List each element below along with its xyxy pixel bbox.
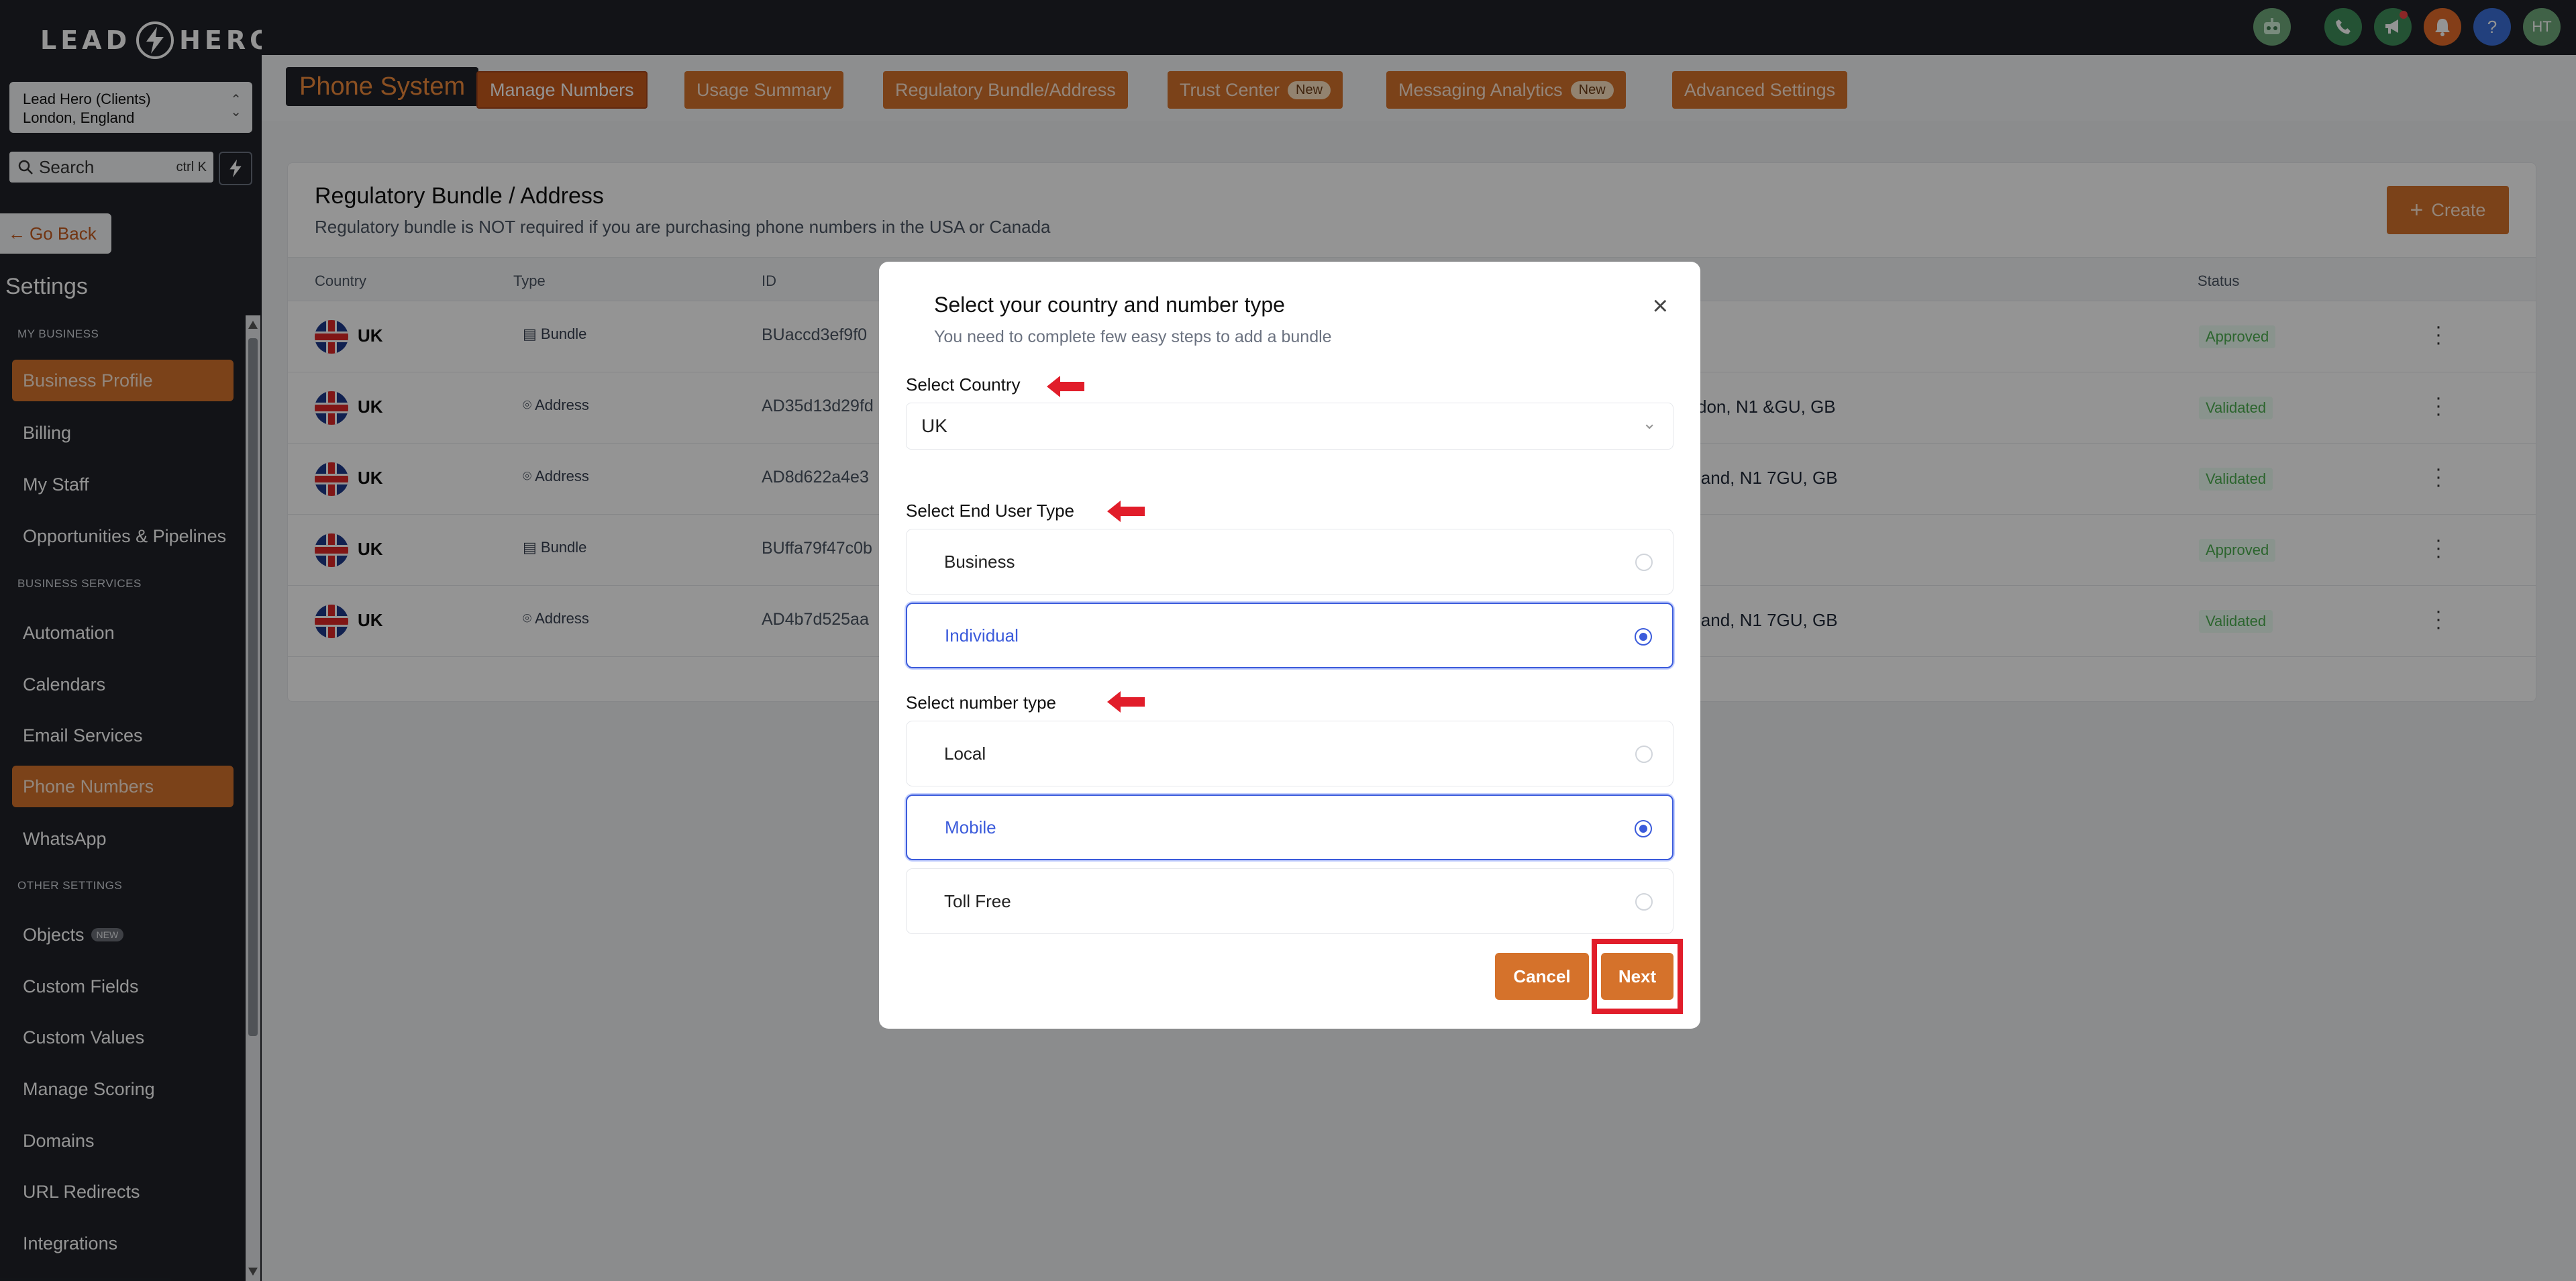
cancel-button[interactable]: Cancel: [1495, 953, 1589, 1000]
option-label: Individual: [945, 625, 1019, 646]
end-user-option-business[interactable]: Business: [906, 529, 1673, 595]
country-label: Select Country: [906, 374, 1021, 395]
option-label: Mobile: [945, 817, 996, 837]
radio-button[interactable]: [1635, 554, 1653, 571]
radio-button[interactable]: [1635, 628, 1652, 646]
annotation-arrow-icon: [1047, 376, 1084, 397]
number-type-option-mobile[interactable]: Mobile: [906, 795, 1673, 860]
number-type-option-local[interactable]: Local: [906, 721, 1673, 786]
annotation-arrow-icon: [1107, 501, 1145, 522]
option-label: Local: [944, 743, 986, 764]
close-icon[interactable]: ×: [1653, 293, 1668, 319]
end-user-option-individual[interactable]: Individual: [906, 603, 1673, 668]
modal-subtitle: You need to complete few easy steps to a…: [934, 327, 1332, 346]
radio-button[interactable]: [1635, 893, 1653, 911]
number-type-label: Select number type: [906, 693, 1057, 713]
country-select-value: UK: [921, 415, 947, 436]
select-country-modal: Select your country and number type You …: [879, 262, 1700, 1029]
end-user-type-label: Select End User Type: [906, 501, 1074, 521]
annotation-highlight-box: [1592, 939, 1683, 1014]
number-type-option-toll-free[interactable]: Toll Free: [906, 868, 1673, 934]
chevron-down-icon: ⌄: [1642, 413, 1657, 433]
cancel-label: Cancel: [1513, 966, 1571, 986]
annotation-arrow-icon: [1107, 691, 1145, 713]
radio-button[interactable]: [1635, 820, 1652, 837]
option-label: Business: [944, 551, 1015, 572]
option-label: Toll Free: [944, 890, 1011, 911]
country-select[interactable]: UK ⌄: [906, 403, 1673, 450]
modal-title: Select your country and number type: [934, 293, 1285, 317]
radio-button[interactable]: [1635, 746, 1653, 763]
